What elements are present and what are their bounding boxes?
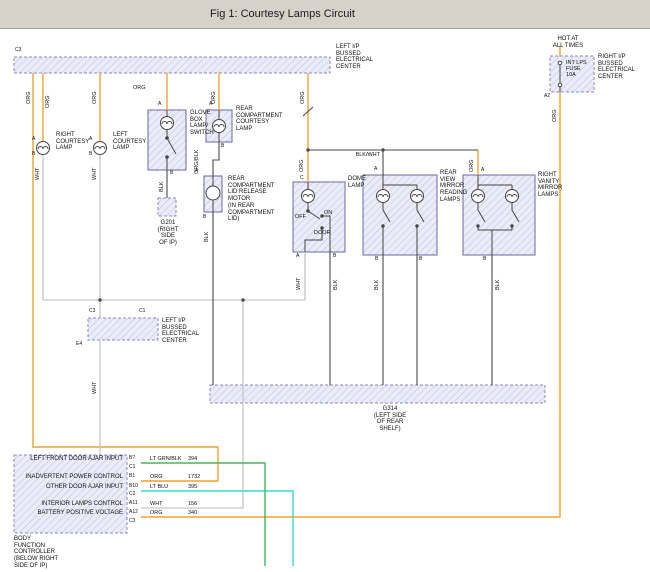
hot-at-all-times-label: HOT AT ALL TIMES — [544, 36, 592, 49]
glove-box-lamp-symbol — [161, 117, 174, 130]
pin-b-vanity: B — [483, 257, 497, 263]
bfc-circuit-395: 395 — [188, 484, 210, 490]
bfc-pin-b10: B10 — [129, 484, 143, 490]
left-courtesy-lamp-label: LEFT COURTESY LAMP — [113, 132, 146, 152]
pin-a-vanity: A — [481, 168, 495, 174]
bfc-input-left-front-door-ajar: LEFT FRONT DOOR AJAR INPUT — [16, 456, 123, 463]
pin-a-rvm: A — [374, 167, 388, 173]
pin-b-dome: B — [333, 254, 347, 260]
lid-release-motor-label: REAR COMPARTMENT LID RELEASE MOTOR (IN R… — [228, 176, 274, 223]
left-ip-bec-top-box — [14, 57, 330, 73]
left-ip-bec-mid-box — [88, 318, 158, 340]
pin-a-rear-lamp: A — [209, 102, 223, 108]
wire-label-blk-motor: BLK — [204, 232, 210, 242]
right-ip-bec-label: RIGHT I/P BUSSED ELECTRICAL CENTER — [598, 54, 648, 81]
wire-orgblk-to-motor — [213, 142, 219, 176]
rvm-reading-lamps-label: REAR VIEW MIRROR READING LAMPS — [440, 170, 467, 204]
pin-a2-fuse: A2 — [544, 94, 558, 100]
bfc-input-interior-lamps: INTERIOR LAMPS CONTROL — [16, 501, 123, 508]
wire-label-org-1: ORG — [26, 91, 32, 104]
bfc-pin-a11: A11 — [129, 501, 143, 507]
vanity-mirror-lamps-label: RIGHT VANITY MIRROR LAMPS — [538, 172, 562, 199]
wire-label-blk-glove: BLK — [159, 182, 165, 192]
bfc-connector-c2: C2 — [129, 492, 143, 498]
rvm-reading-lamps-box — [363, 175, 437, 255]
bfc-connector-c1: C1 — [129, 465, 143, 471]
pin-a-right-lamp: A — [32, 137, 46, 143]
vanity-lamp-symbol-1 — [472, 190, 485, 203]
bfc-input-inadvertent-power: INADVERTENT POWER CONTROL — [16, 474, 123, 481]
right-courtesy-lamp-label: RIGHT COURTESY LAMP — [56, 132, 89, 152]
bfc-wire-color-394: LT GRN/BLK — [150, 456, 186, 462]
wire-label-wht-mid: WHT — [92, 381, 98, 394]
wire-label-wht-2: WHT — [92, 167, 98, 180]
wire-label-blk-vanity: BLK — [495, 280, 501, 290]
wire-label-org-2: ORG — [45, 95, 51, 108]
bfc-circuit-394: 394 — [188, 456, 210, 462]
pin-b-left-lamp: B — [89, 152, 103, 158]
connector-c3-mid-bec: C3 — [89, 309, 103, 315]
pin-b-glove-box: B — [170, 171, 184, 177]
pin-a-dome: A — [296, 254, 310, 260]
figure-page: Fig 1: Courtesy Lamps Circuit — [0, 0, 650, 572]
dome-lamp-label: DOME LAMP — [348, 176, 366, 189]
connector-c1-mid-bec: C1 — [139, 309, 153, 315]
pin-b-rvm-1: B — [375, 257, 389, 263]
wire-label-wht-dome: WHT — [296, 277, 302, 290]
bfc-wire-color-395: LT BLU — [150, 484, 186, 490]
connector-c3-top-bus: C3 — [15, 48, 29, 54]
dome-switch-door: DOOR — [314, 230, 331, 236]
left-ip-bec-top-label: LEFT I/P BUSSED ELECTRICAL CENTER — [336, 44, 396, 71]
bfc-circuit-156: 156 — [188, 501, 210, 507]
wire-label-wht-1: WHT — [35, 167, 41, 180]
vanity-lamp-symbol-2 — [506, 190, 519, 203]
wire-label-blk-dome: BLK — [333, 280, 339, 290]
pin-b-motor: B — [203, 215, 217, 221]
g201-ground-box — [158, 198, 176, 216]
pin-b-rvm-2: B — [419, 257, 433, 263]
int-lps-fuse-label: INT LPS FUSE 10A — [566, 60, 594, 78]
wire-label-org-vanity: ORG — [469, 159, 475, 172]
bfc-input-battery-positive: BATTERY POSITIVE VOLTAGE — [16, 510, 123, 517]
bfc-connector-c3: C3 — [129, 519, 143, 525]
body-function-controller-label: BODY FUNCTION CONTROLLER (BELOW RIGHT SI… — [14, 536, 84, 570]
bfc-pin-b7: B7 — [129, 456, 143, 462]
rvm-lamp-symbol-2 — [411, 190, 424, 203]
bfc-circuit-1732: 1732 — [188, 474, 210, 480]
bfc-pin-a12: A12 — [129, 510, 143, 516]
wire-label-org-fuse: ORG — [552, 109, 558, 122]
g314-label: G314 (LEFT SIDE OF REAR SHELF) — [362, 406, 418, 433]
g314-ground-bar — [210, 385, 545, 403]
dome-switch-on: ON — [324, 210, 332, 216]
dome-lamp-symbol — [302, 190, 315, 203]
pin-a-motor: A — [195, 169, 209, 175]
bfc-wire-color-340: ORG — [150, 510, 186, 516]
bfc-circuit-340: 340 — [188, 510, 210, 516]
pin-b-right-lamp: B — [32, 152, 46, 158]
wire-label-blk-wht: BLK/WHT — [344, 152, 380, 158]
vanity-mirror-lamps-box — [463, 175, 535, 255]
bfc-wire-color-156: WHT — [150, 501, 186, 507]
glove-box-label: GLOVE BOX LAMP/ SWITCH — [190, 110, 214, 137]
body-function-controller-box — [14, 455, 127, 533]
pin-c-dome: C — [300, 176, 314, 182]
pin-a-left-lamp: A — [89, 137, 103, 143]
left-ip-bec-mid-label: LEFT I/P BUSSED ELECTRICAL CENTER — [162, 318, 199, 345]
g201-label: G201 (RIGHT SIDE OF IP) — [150, 220, 186, 247]
wire-label-org-dome: ORG — [299, 159, 305, 172]
bfc-pin-b1: B1 — [129, 474, 143, 480]
rear-compartment-lamp-symbol — [213, 120, 226, 133]
bfc-input-other-door-ajar: OTHER DOOR AJAR INPUT — [16, 484, 123, 491]
bfc-wire-color-1732: ORG — [150, 474, 186, 480]
pin-a-glove-box: A — [158, 102, 172, 108]
rvm-lamp-symbol-1 — [377, 190, 390, 203]
rear-compartment-lamp-label: REAR COMPARTMENT COURTESY LAMP — [236, 106, 282, 133]
wire-label-blk-rvm: BLK — [374, 280, 380, 290]
dome-switch-off: OFF — [295, 214, 306, 220]
pin-b-rear-lamp: B — [221, 144, 235, 150]
wire-label-org-glove: ORG — [133, 85, 146, 91]
connector-e4-mid-bec: E4 — [76, 342, 90, 348]
wire-label-org-3: ORG — [92, 91, 98, 104]
wire-label-org-5: ORG — [300, 91, 306, 104]
